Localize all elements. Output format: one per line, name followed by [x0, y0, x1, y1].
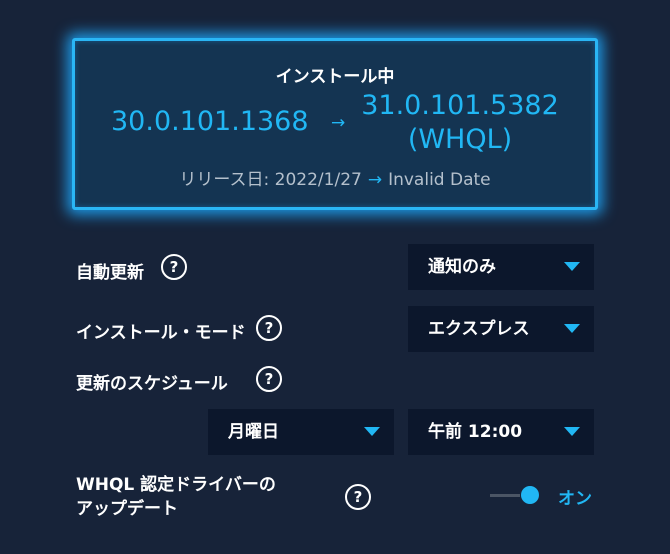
schedule-label: 更新のスケジュール: [76, 374, 228, 394]
release-date-row: リリース日: 2022/1/27 → Invalid Date: [75, 165, 595, 190]
chevron-down-icon: [364, 427, 380, 436]
whql-toggle-label: オン: [558, 489, 592, 509]
schedule-time-select[interactable]: 午前 12:00: [408, 409, 594, 455]
whql-label-line2: アップデート: [76, 499, 178, 519]
toggle-track[interactable]: [490, 494, 520, 497]
whql-help-icon[interactable]: ?: [345, 484, 371, 510]
chevron-down-icon: [564, 262, 580, 271]
whql-label-line1: WHQL 認定ドライバーの: [76, 475, 276, 495]
release-arrow-icon: →: [367, 170, 383, 190]
new-version: 31.0.101.5382 (WHQL): [355, 89, 565, 157]
install-mode-help-icon[interactable]: ?: [256, 315, 282, 341]
new-version-whql: (WHQL): [407, 124, 513, 155]
auto-update-label: 自動更新: [76, 263, 144, 283]
toggle-knob[interactable]: [521, 486, 539, 504]
install-mode-label: インストール・モード: [76, 323, 246, 343]
installing-card: インストール中 30.0.101.1368 → 31.0.101.5382 (W…: [72, 38, 598, 210]
current-version: 30.0.101.1368: [111, 106, 309, 137]
version-row: 30.0.101.1368 → 31.0.101.5382 (WHQL): [75, 89, 595, 159]
install-mode-value: エクスプレス: [428, 319, 530, 339]
auto-update-help-icon[interactable]: ?: [161, 254, 187, 280]
schedule-day-select[interactable]: 月曜日: [208, 409, 394, 455]
schedule-help-icon[interactable]: ?: [256, 366, 282, 392]
chevron-down-icon: [564, 427, 580, 436]
schedule-day-value: 月曜日: [228, 422, 279, 442]
release-new-date: Invalid Date: [388, 170, 491, 190]
whql-label: WHQL 認定ドライバーの アップデート: [76, 473, 276, 521]
version-arrow-icon: →: [331, 113, 346, 133]
auto-update-value: 通知のみ: [428, 257, 496, 277]
card-title: インストール中: [275, 67, 395, 87]
release-date: リリース日: 2022/1/27: [179, 170, 362, 190]
install-mode-select[interactable]: エクスプレス: [408, 306, 594, 352]
auto-update-select[interactable]: 通知のみ: [408, 244, 594, 290]
new-version-number: 31.0.101.5382: [361, 90, 559, 121]
schedule-time-value: 午前 12:00: [428, 422, 523, 442]
chevron-down-icon: [564, 324, 580, 333]
